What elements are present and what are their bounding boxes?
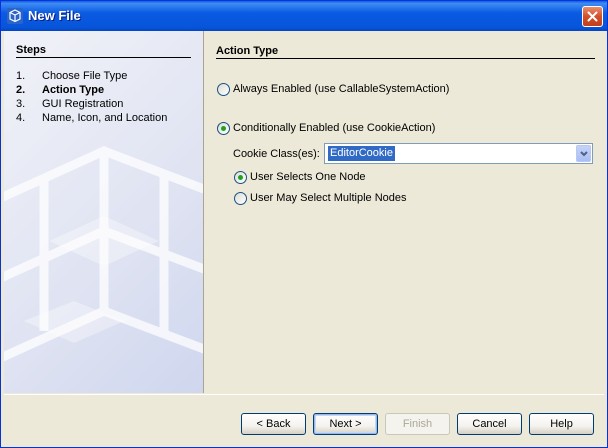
netbeans-cube-icon: [7, 8, 23, 24]
conditionally-enabled-label: Conditionally Enabled (use CookieAction): [233, 122, 436, 134]
cookie-class-combobox[interactable]: EditorCookie: [324, 143, 593, 164]
radio-button-unselected[interactable]: [234, 192, 247, 205]
window-title: New File: [28, 8, 81, 23]
step-action-type: 2. Action Type: [16, 84, 196, 98]
back-button[interactable]: < Back: [241, 413, 306, 435]
steps-panel: Steps 1. Choose File Type 2. Action Type 3…: [4, 31, 204, 393]
step-label: GUI Registration: [42, 98, 124, 110]
one-node-label: User Selects One Node: [250, 171, 366, 183]
steps-title: Steps: [16, 44, 46, 56]
close-button[interactable]: [582, 6, 603, 27]
radio-button-selected[interactable]: [234, 171, 247, 184]
help-button[interactable]: Help: [529, 413, 594, 435]
dropdown-button[interactable]: [576, 145, 591, 162]
dialog-content: Steps 1. Choose File Type 2. Action Type 3…: [4, 31, 604, 445]
step-number: 2.: [16, 84, 26, 96]
cookie-class-label: Cookie Class(es):: [233, 148, 320, 160]
cancel-button[interactable]: Cancel: [457, 413, 522, 435]
new-file-dialog: New File Steps 1. Choose File Type 2. Ac…: [0, 0, 608, 448]
step-number: 3.: [16, 98, 26, 110]
finish-button[interactable]: Finish: [385, 413, 450, 435]
close-icon: [587, 11, 598, 22]
action-type-panel: Action Type Always Enabled (use Callable…: [204, 31, 604, 393]
section-divider: [216, 58, 595, 59]
section-title: Action Type: [216, 45, 279, 57]
steps-list: 1. Choose File Type 2. Action Type 3. GUI R…: [16, 70, 196, 126]
button-bar: < Back Next > Finish Cancel Help: [4, 394, 604, 446]
step-name-icon-location: 4. Name, Icon, and Location: [16, 112, 196, 126]
always-enabled-label: Always Enabled (use CallableSystemAction…: [233, 83, 450, 95]
radio-dot: [221, 126, 226, 131]
step-label: Name, Icon, and Location: [42, 112, 168, 124]
step-number: 1.: [16, 70, 26, 82]
chevron-down-icon: [580, 151, 588, 157]
multiple-nodes-label: User May Select Multiple Nodes: [250, 192, 407, 204]
step-choose-file-type: 1. Choose File Type: [16, 70, 196, 84]
step-gui-registration: 3. GUI Registration: [16, 98, 196, 112]
step-label: Choose File Type: [42, 70, 128, 82]
step-number: 4.: [16, 112, 26, 124]
steps-divider: [16, 57, 191, 58]
title-bar[interactable]: New File: [1, 1, 607, 31]
next-button[interactable]: Next >: [313, 413, 378, 435]
step-label: Action Type: [42, 84, 105, 96]
cookie-class-value[interactable]: EditorCookie: [328, 146, 395, 161]
radio-button-selected[interactable]: [217, 122, 230, 135]
radio-button-unselected[interactable]: [217, 83, 230, 96]
radio-dot: [238, 175, 243, 180]
